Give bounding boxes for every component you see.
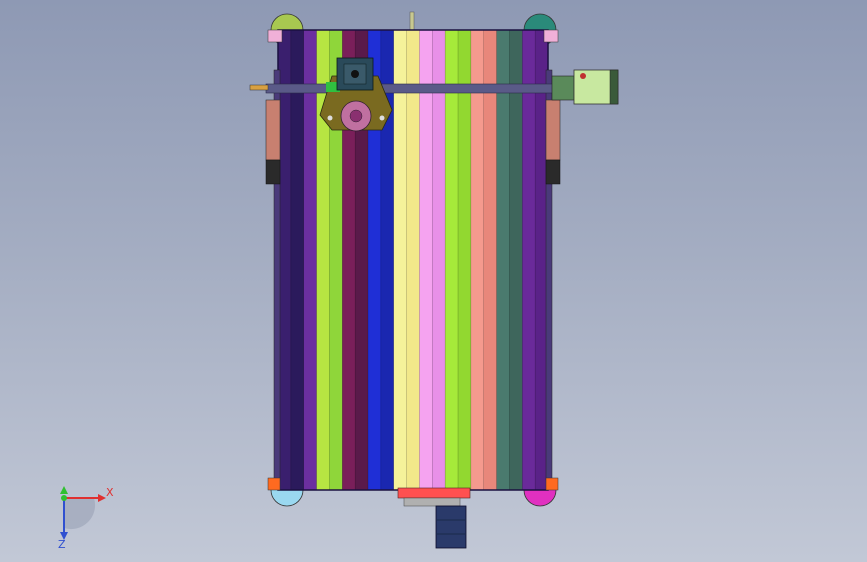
triad-shadow: [64, 498, 96, 530]
belt-stripe: [419, 30, 433, 490]
belt-stripe: [290, 30, 305, 490]
belt-stripe: [432, 30, 446, 490]
coordinate-triad: X Z: [58, 486, 114, 550]
belt-stripe: [303, 30, 318, 490]
belt-stripe: [393, 30, 408, 490]
triad-x-label: X: [106, 486, 114, 499]
side-coupling: [551, 75, 575, 101]
belt-stripe: [470, 30, 485, 490]
gear-motor-center: [351, 70, 359, 78]
bottom-right-block: [545, 477, 559, 491]
right-bracket: [545, 99, 561, 161]
conveyor-model[interactable]: [0, 0, 867, 562]
bottom-stepper: [435, 505, 467, 549]
shaft-end-left: [249, 84, 269, 91]
side-motor-cap: [609, 69, 619, 105]
mount-bolt-1: [327, 115, 333, 121]
top-right-block: [543, 29, 559, 43]
left-clamp: [265, 159, 281, 185]
left-bracket: [265, 99, 281, 161]
belt-stripe: [483, 30, 498, 490]
drive-pulley-hub: [349, 109, 363, 123]
belt-stripe: [445, 30, 459, 490]
triad-y-arrow: [60, 486, 68, 494]
belt-stripe: [522, 30, 536, 490]
belt-stripe: [496, 30, 510, 490]
top-left-block: [267, 29, 283, 43]
drive-shaft: [265, 83, 557, 94]
belt-stripe: [509, 30, 523, 490]
mount-bolt-2: [379, 115, 385, 121]
belt-stripes: [277, 30, 549, 490]
right-clamp: [545, 159, 561, 185]
bottom-motor-bracket: [397, 487, 471, 499]
bottom-motor-shaft: [403, 497, 461, 507]
triad-origin: [61, 495, 67, 501]
triad-x-arrow: [98, 494, 106, 502]
side-motor-bolt: [580, 73, 586, 79]
belt-stripe: [458, 30, 472, 490]
graphics-viewport[interactable]: X Z: [0, 0, 867, 562]
bottom-left-block: [267, 477, 281, 491]
triad-z-label: Z: [58, 538, 66, 550]
belt-stripe: [406, 30, 420, 490]
